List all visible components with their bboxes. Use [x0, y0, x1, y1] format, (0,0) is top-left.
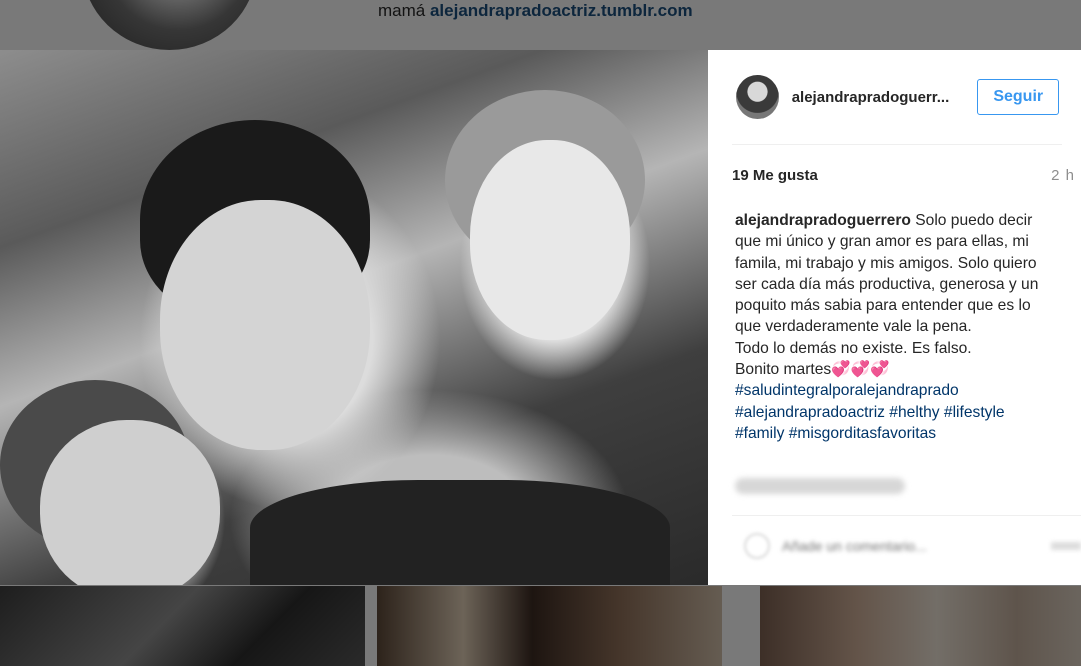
photo-subject — [470, 140, 630, 340]
photo-subject — [40, 420, 220, 585]
post-sidebar: alejandrapradoguerr... Seguir 19 Me gust… — [708, 50, 1081, 585]
photo-subject — [250, 480, 670, 585]
post-header: alejandrapradoguerr... Seguir — [732, 50, 1062, 145]
post-photo[interactable] — [0, 50, 708, 585]
caption-line: Bonito martes💞💞💞 — [735, 361, 890, 379]
blurred-comment — [735, 478, 905, 494]
hashtag-link[interactable]: #alejandrapradoactriz #helthy #lifestyle — [735, 402, 1055, 423]
comment-bar — [732, 515, 1081, 585]
hashtag-link[interactable]: #family #misgorditasfavoritas — [735, 423, 1055, 444]
photo-subject — [160, 200, 370, 450]
more-options-icon[interactable] — [1051, 542, 1081, 550]
username-link[interactable]: alejandrapradoguerr... — [792, 89, 965, 106]
caption-text: Solo puedo decir que mi único y gran amo… — [735, 212, 1039, 336]
post-modal: alejandrapradoguerr... Seguir 19 Me gust… — [0, 50, 1081, 585]
post-caption: alejandrapradoguerrero Solo puedo decir … — [735, 210, 1055, 444]
follow-button[interactable]: Seguir — [977, 79, 1060, 115]
avatar[interactable] — [736, 75, 779, 119]
caption-line: Todo lo demás no existe. Es falso. — [735, 339, 972, 357]
add-comment-input[interactable] — [782, 535, 1012, 557]
hashtag-link[interactable]: #saludintegralporalejandraprado — [735, 380, 1055, 401]
likes-count[interactable]: 19 Me gusta — [732, 167, 818, 184]
post-time[interactable]: 2 h — [1051, 167, 1075, 184]
heart-icon[interactable] — [744, 533, 770, 559]
caption-username[interactable]: alejandrapradoguerrero — [735, 212, 911, 229]
